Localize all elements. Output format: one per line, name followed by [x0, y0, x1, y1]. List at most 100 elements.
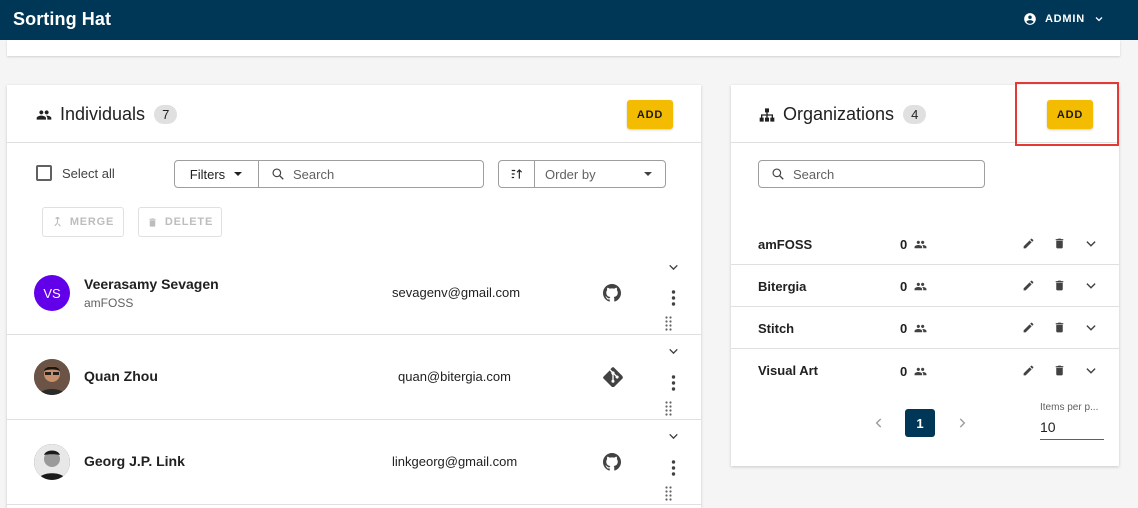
individual-organization: amFOSS	[84, 296, 134, 310]
chevron-down-icon[interactable]	[1084, 321, 1098, 335]
organization-name: amFOSS	[758, 237, 813, 252]
chevron-left-icon[interactable]	[872, 416, 886, 430]
organization-count-value: 0	[900, 279, 908, 294]
items-per-page-label: Items per p...	[1040, 402, 1099, 413]
avatar	[34, 359, 70, 395]
individual-row[interactable]: Georg J.P. Link linkgeorg@gmail.com	[7, 420, 701, 505]
individual-row[interactable]: VS Veerasamy Sevagen amFOSS sevagenv@gma…	[7, 250, 701, 335]
merge-button[interactable]: MERGE	[42, 207, 124, 237]
organization-member-count: 0	[900, 364, 927, 379]
app-header: Sorting Hat ADMIN	[0, 0, 1138, 40]
individual-row[interactable]: Quan Zhou quan@bitergia.com	[7, 335, 701, 420]
individual-email: quan@bitergia.com	[398, 369, 511, 384]
more-vert-icon[interactable]	[671, 460, 676, 476]
order-by-select[interactable]: Order by	[534, 160, 666, 188]
chevron-down-icon[interactable]	[1084, 279, 1098, 293]
avatar-photo	[34, 359, 70, 395]
people-icon	[36, 109, 52, 120]
organization-count-value: 0	[900, 237, 908, 252]
sort-direction-button[interactable]	[498, 160, 535, 188]
trash-icon[interactable]	[1053, 279, 1066, 292]
individuals-header: Individuals 7 ADD	[7, 85, 701, 143]
trash-icon	[149, 217, 156, 227]
trash-icon[interactable]	[1053, 364, 1066, 377]
chevron-down-icon[interactable]	[667, 345, 680, 358]
more-vert-icon[interactable]	[671, 375, 676, 391]
edit-icon[interactable]	[1022, 237, 1035, 250]
select-all-label: Select all	[62, 165, 115, 181]
user-menu[interactable]: ADMIN	[1023, 12, 1105, 26]
chevron-down-icon	[1095, 17, 1103, 22]
people-icon	[914, 367, 927, 376]
organization-count-value: 0	[900, 364, 908, 379]
merge-label: MERGE	[69, 216, 115, 228]
trash-icon[interactable]	[1053, 237, 1066, 250]
delete-label: DELETE	[164, 216, 214, 228]
drag-handle-icon[interactable]	[665, 401, 672, 417]
organization-member-count: 0	[900, 279, 927, 294]
app-title: Sorting Hat	[13, 9, 112, 29]
chevron-down-icon[interactable]	[667, 430, 680, 443]
items-per-page-select[interactable]: 10	[1040, 418, 1104, 440]
organizations-count-badge: 4	[903, 105, 927, 124]
drag-handle-icon[interactable]	[665, 316, 672, 332]
organizations-title: Organizations 4	[759, 104, 927, 125]
organization-row[interactable]: amFOSS 0	[731, 223, 1119, 265]
chevron-down-icon[interactable]	[1084, 237, 1098, 251]
select-all-checkbox[interactable]	[36, 165, 52, 181]
caret-down-icon	[644, 172, 652, 176]
people-icon	[914, 324, 927, 333]
account-circle-icon	[1024, 13, 1036, 25]
organization-count-value: 0	[900, 321, 908, 336]
trash-icon[interactable]	[1053, 321, 1066, 334]
add-individual-button[interactable]: ADD	[627, 100, 673, 129]
individuals-title-text: Individuals	[60, 104, 146, 124]
organization-member-count: 0	[900, 321, 927, 336]
org-chart-icon	[759, 107, 775, 122]
user-label: ADMIN	[1044, 13, 1085, 25]
merge-icon	[54, 216, 61, 227]
github-icon	[603, 284, 621, 302]
avatar: VS	[34, 275, 70, 311]
individuals-search-input[interactable]: Search	[258, 160, 484, 188]
filters-label: Filters	[189, 166, 226, 182]
individuals-count-badge: 7	[154, 105, 178, 124]
organizations-title-text: Organizations	[783, 104, 895, 124]
organization-name: Bitergia	[758, 279, 807, 294]
chevron-down-icon[interactable]	[1084, 364, 1098, 378]
order-by-placeholder: Order by	[545, 166, 596, 182]
organization-member-count: 0	[900, 237, 927, 252]
organization-name: Visual Art	[758, 363, 818, 378]
chevron-right-icon[interactable]	[955, 416, 969, 430]
edit-icon[interactable]	[1022, 364, 1035, 377]
search-icon	[772, 168, 784, 180]
drag-handle-icon[interactable]	[665, 486, 672, 502]
more-vert-icon[interactable]	[671, 290, 676, 306]
page-button-current[interactable]: 1	[905, 409, 935, 437]
avatar-initials: VS	[43, 285, 61, 301]
organization-row[interactable]: Bitergia 0	[731, 265, 1119, 307]
organization-row[interactable]: Visual Art 0	[731, 349, 1119, 391]
individual-name[interactable]: Veerasamy Sevagen	[84, 276, 219, 292]
individuals-title: Individuals 7	[36, 104, 178, 125]
individuals-panel: Individuals 7 ADD Select all Filters Sea…	[7, 85, 701, 508]
avatar-photo	[34, 444, 70, 480]
edit-icon[interactable]	[1022, 321, 1035, 334]
individual-name[interactable]: Quan Zhou	[84, 368, 158, 384]
chevron-down-icon[interactable]	[667, 261, 680, 274]
edit-icon[interactable]	[1022, 279, 1035, 292]
organizations-search-input[interactable]: Search	[758, 160, 985, 188]
people-icon	[914, 240, 927, 249]
sort-icon	[511, 169, 522, 179]
organization-row[interactable]: Stitch 0	[731, 307, 1119, 349]
filters-dropdown[interactable]: Filters	[174, 160, 259, 188]
individual-name[interactable]: Georg J.P. Link	[84, 453, 185, 469]
individual-email: sevagenv@gmail.com	[392, 285, 521, 300]
individual-email: linkgeorg@gmail.com	[392, 454, 518, 469]
github-icon	[603, 453, 621, 471]
delete-button[interactable]: DELETE	[138, 207, 222, 237]
search-icon	[272, 168, 284, 180]
caret-down-icon	[234, 172, 243, 176]
select-all[interactable]: Select all	[36, 165, 115, 181]
organization-name: Stitch	[758, 321, 795, 336]
